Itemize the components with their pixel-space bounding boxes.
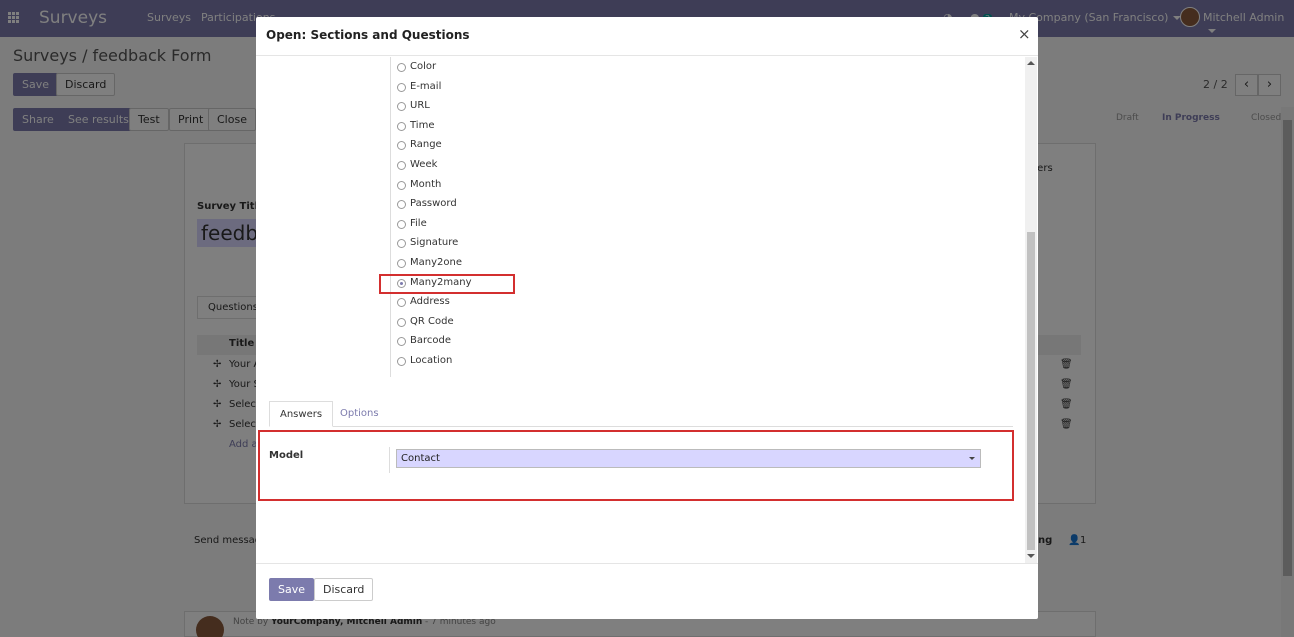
radio-icon[interactable]	[397, 83, 406, 92]
radio-label: File	[410, 218, 427, 229]
radio-icon[interactable]	[397, 200, 406, 209]
dialog-save-button[interactable]: Save	[269, 578, 315, 601]
radio-icon[interactable]	[397, 318, 406, 327]
radio-icon[interactable]	[397, 298, 406, 307]
dialog-scrollbar[interactable]	[1025, 57, 1037, 563]
dialog-body: Color E-mail URL Time Range Week Month P…	[256, 57, 1038, 563]
question-type-divider	[390, 57, 392, 377]
radio-label: Signature	[410, 237, 459, 248]
radio-icon[interactable]	[397, 63, 406, 72]
radio-icon[interactable]	[397, 239, 406, 248]
radio-label: Password	[410, 198, 457, 209]
radio-icon[interactable]	[397, 122, 406, 131]
radio-icon[interactable]	[397, 220, 406, 229]
scroll-down-icon[interactable]	[1027, 554, 1035, 558]
dialog-title: Open: Sections and Questions	[266, 28, 470, 42]
radio-icon[interactable]	[397, 161, 406, 170]
tab-options[interactable]: Options	[330, 401, 389, 427]
radio-icon[interactable]	[397, 141, 406, 150]
radio-icon[interactable]	[397, 102, 406, 111]
radio-icon[interactable]	[397, 181, 406, 190]
dialog-discard-button[interactable]: Discard	[314, 578, 374, 601]
sections-questions-dialog: Open: Sections and Questions × Color E-m…	[256, 17, 1038, 619]
tab-answers[interactable]: Answers	[269, 401, 334, 427]
radio-label: Location	[410, 355, 453, 366]
radio-label: Month	[410, 179, 442, 190]
dialog-scrollbar-thumb[interactable]	[1027, 232, 1035, 550]
radio-label: Range	[410, 139, 442, 150]
radio-label: QR Code	[410, 316, 454, 327]
radio-label: Time	[410, 120, 435, 131]
radio-label: Color	[410, 61, 437, 72]
radio-icon[interactable]	[397, 337, 406, 346]
many2many-highlight	[379, 274, 515, 294]
dialog-header: Open: Sections and Questions ×	[256, 17, 1038, 56]
radio-label: URL	[410, 100, 430, 111]
close-icon[interactable]: ×	[1018, 25, 1031, 43]
radio-label: Week	[410, 159, 438, 170]
dialog-footer: Save Discard	[256, 563, 1038, 619]
radio-label: Address	[410, 296, 450, 307]
radio-icon[interactable]	[397, 357, 406, 366]
radio-icon[interactable]	[397, 259, 406, 268]
radio-label: E-mail	[410, 81, 442, 92]
radio-label: Many2one	[410, 257, 462, 268]
dialog-tabs: Answers Options	[269, 401, 1013, 427]
model-field-highlight	[258, 430, 1014, 501]
radio-label: Barcode	[410, 335, 451, 346]
scroll-up-icon[interactable]	[1027, 61, 1035, 65]
